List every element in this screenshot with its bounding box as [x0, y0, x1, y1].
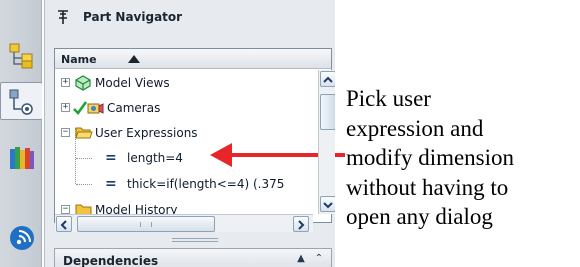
tree-row-label: User Expressions [95, 126, 198, 140]
tree-row-length-expression[interactable]: = length=4 [55, 147, 297, 169]
horizontal-scroll-thumb[interactable] [77, 216, 215, 232]
chevron-down-icon [323, 202, 333, 209]
part-navigator-tab[interactable] [0, 82, 42, 120]
check-icon [73, 101, 87, 115]
assembly-navigator-icon [9, 43, 33, 69]
assembly-navigator-tab[interactable] [2, 36, 40, 74]
tree-row-thick-expression[interactable]: = thick=if(length<=4) (.375 [55, 173, 309, 195]
resource-bar [0, 0, 42, 267]
annotation-line: open any dialog [346, 204, 493, 229]
cameras-icon [87, 103, 104, 114]
panel-splitter[interactable] [54, 236, 332, 244]
roles-tab[interactable] [2, 218, 40, 256]
scroll-up-button[interactable] [320, 71, 335, 87]
collapse-icon[interactable]: − [61, 128, 70, 137]
scroll-left-button[interactable] [56, 216, 72, 232]
tree-row-label: Cameras [107, 101, 161, 115]
vertical-scrollbar[interactable] [318, 70, 335, 214]
annotation-line: Pick user [346, 86, 431, 111]
chevron-up-icon[interactable]: ⌃ [311, 252, 327, 267]
reuse-library-tab[interactable] [2, 138, 40, 176]
open-folder-icon [75, 127, 93, 139]
horizontal-scrollbar[interactable] [55, 214, 313, 232]
expression-equals-icon: = [105, 150, 117, 166]
dependencies-panel-header[interactable]: Dependencies ▲ ⌃ [54, 248, 332, 267]
expand-icon[interactable]: + [61, 78, 70, 87]
reuse-library-icon [10, 147, 34, 169]
tree-row-label: Model Views [95, 76, 170, 90]
sort-ascending-icon [128, 55, 140, 63]
tree-row-label: length=4 [127, 151, 183, 165]
dependencies-title: Dependencies [63, 254, 159, 267]
collapse-icon[interactable]: − [61, 205, 70, 214]
scroll-down-button[interactable] [320, 196, 335, 212]
model-views-icon [75, 75, 91, 91]
pin-icon[interactable] [55, 9, 71, 25]
column-header-label: Name [61, 53, 97, 66]
tree-row-label: thick=if(length<=4) (.375 [127, 177, 285, 191]
roles-icon [10, 226, 34, 250]
scroll-right-button[interactable] [293, 216, 309, 232]
navigator-title: Part Navigator [83, 10, 183, 24]
annotation-line: modify dimension [346, 145, 515, 170]
chevron-right-icon [298, 220, 305, 230]
part-navigator-panel: Part Navigator Name + Model Views + Came… [44, 0, 335, 267]
annotation-line: expression and [346, 115, 484, 141]
chevron-left-icon [60, 220, 67, 230]
tree-row-model-views[interactable]: + Model Views [55, 72, 297, 94]
vertical-scroll-thumb[interactable] [320, 94, 335, 130]
chevron-up-icon [323, 76, 333, 83]
annotation-line: without having to [346, 174, 509, 200]
navigator-title-bar: Part Navigator [45, 6, 335, 30]
tree-row-cameras[interactable]: + Cameras [55, 97, 297, 119]
expression-equals-icon: = [105, 176, 117, 192]
expand-icon[interactable]: + [61, 103, 70, 112]
name-column-header[interactable]: Name [54, 48, 332, 69]
part-navigator-icon [9, 89, 33, 115]
tree-row-user-expressions[interactable]: − User Expressions [55, 122, 297, 144]
collapse-toggle-icon[interactable]: ▲ [293, 252, 309, 267]
annotation-text: Pick user expression and modify dimensio… [346, 84, 580, 232]
